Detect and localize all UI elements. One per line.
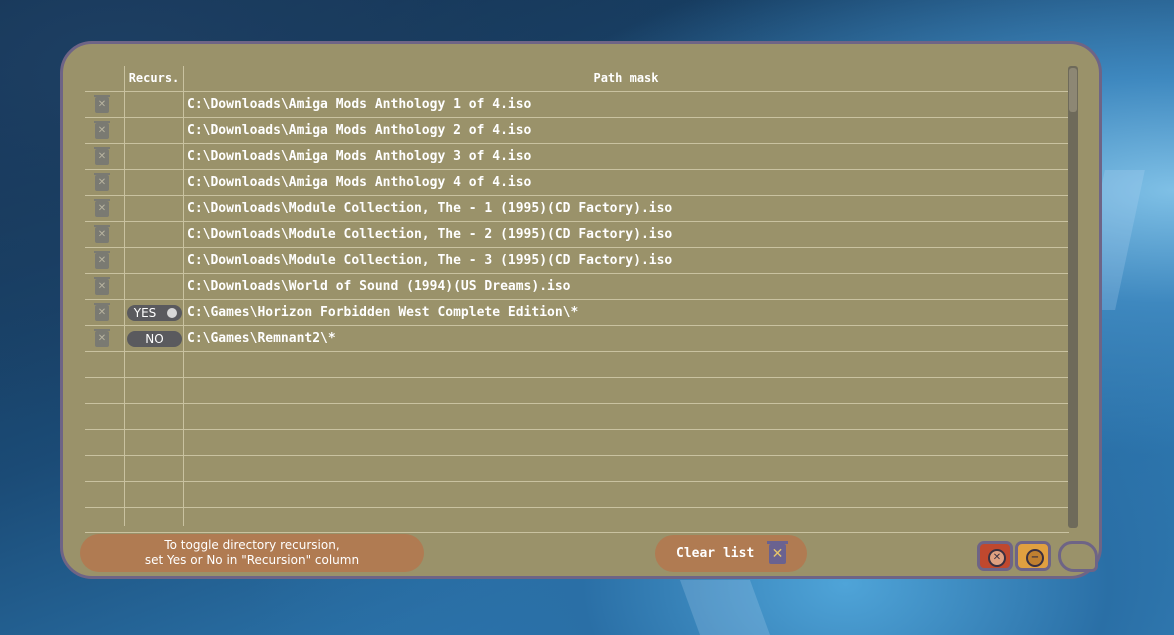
empty-table-row <box>85 481 1069 507</box>
trash-x-icon: ✕ <box>767 541 788 564</box>
background-shard <box>679 580 771 635</box>
path-mask-cell[interactable]: C:\Games\Remnant2\* <box>187 326 336 351</box>
delete-row-trash-icon[interactable]: ✕ <box>94 251 110 269</box>
empty-table-row <box>85 507 1069 533</box>
recursion-toggle[interactable]: NO <box>127 331 182 347</box>
table-row[interactable]: ✕ YES C:\Games\Horizon Forbidden West Comp… <box>85 299 1069 325</box>
toggle-knob <box>167 308 177 318</box>
path-mask-cell[interactable]: C:\Downloads\Module Collection, The - 3 … <box>187 248 672 273</box>
table-row[interactable]: ✕ C:\Downloads\Amiga Mods Anthology 3 of … <box>85 143 1069 169</box>
table-row[interactable]: ✕ C:\Downloads\Module Collection, The - 2… <box>85 221 1069 247</box>
empty-table-row <box>85 429 1069 455</box>
window-corner-button[interactable] <box>1058 541 1098 572</box>
empty-table-row <box>85 377 1069 403</box>
column-header-recursion[interactable]: Recurs. <box>125 66 183 91</box>
recursion-hint: To toggle directory recursion, set Yes o… <box>80 534 424 572</box>
close-button[interactable]: ✕ <box>977 541 1013 571</box>
delete-row-trash-icon[interactable]: ✕ <box>94 147 110 165</box>
close-circle-icon: ✕ <box>988 549 1006 567</box>
path-mask-table: Recurs. Path mask ✕ C:\Downloads\Amiga Mo… <box>85 66 1069 533</box>
clear-list-label: Clear list <box>676 546 755 561</box>
path-mask-dialog: Recurs. Path mask ✕ C:\Downloads\Amiga Mo… <box>60 41 1102 579</box>
path-mask-cell[interactable]: C:\Games\Horizon Forbidden West Complete… <box>187 300 578 325</box>
table-row[interactable]: ✕ C:\Downloads\World of Sound (1994)(US D… <box>85 273 1069 299</box>
empty-table-row <box>85 403 1069 429</box>
clear-list-button[interactable]: Clear list ✕ <box>655 535 807 572</box>
vertical-scrollbar[interactable] <box>1068 66 1078 528</box>
path-mask-cell[interactable]: C:\Downloads\World of Sound (1994)(US Dr… <box>187 274 571 299</box>
path-mask-cell[interactable]: C:\Downloads\Amiga Mods Anthology 2 of 4… <box>187 118 531 143</box>
table-row[interactable]: ✕ C:\Downloads\Module Collection, The - 3… <box>85 247 1069 273</box>
recursion-toggle[interactable]: YES <box>127 305 182 321</box>
path-mask-cell[interactable]: C:\Downloads\Amiga Mods Anthology 1 of 4… <box>187 92 531 117</box>
delete-row-trash-icon[interactable]: ✕ <box>94 303 110 321</box>
empty-table-row <box>85 455 1069 481</box>
path-mask-cell[interactable]: C:\Downloads\Module Collection, The - 2 … <box>187 222 672 247</box>
recursion-toggle-label: NO <box>145 332 164 346</box>
delete-row-trash-icon[interactable]: ✕ <box>94 225 110 243</box>
delete-row-trash-icon[interactable]: ✕ <box>94 173 110 191</box>
scrollbar-thumb[interactable] <box>1069 68 1077 112</box>
table-row[interactable]: ✕ NO C:\Games\Remnant2\* <box>85 325 1069 351</box>
column-header-path-mask[interactable]: Path mask <box>183 66 1069 91</box>
path-mask-cell[interactable]: C:\Downloads\Module Collection, The - 1 … <box>187 196 672 221</box>
delete-row-trash-icon[interactable]: ✕ <box>94 329 110 347</box>
path-mask-cell[interactable]: C:\Downloads\Amiga Mods Anthology 3 of 4… <box>187 144 531 169</box>
delete-row-trash-icon[interactable]: ✕ <box>94 121 110 139</box>
table-row[interactable]: ✕ C:\Downloads\Amiga Mods Anthology 1 of … <box>85 91 1069 117</box>
minus-circle-icon: − <box>1026 549 1044 567</box>
table-row[interactable]: ✕ C:\Downloads\Amiga Mods Anthology 4 of … <box>85 169 1069 195</box>
table-row[interactable]: ✕ C:\Downloads\Amiga Mods Anthology 2 of … <box>85 117 1069 143</box>
path-mask-cell[interactable]: C:\Downloads\Amiga Mods Anthology 4 of 4… <box>187 170 531 195</box>
table-row[interactable]: ✕ C:\Downloads\Module Collection, The - 1… <box>85 195 1069 221</box>
empty-table-row <box>85 351 1069 377</box>
delete-row-trash-icon[interactable]: ✕ <box>94 95 110 113</box>
hint-line-2: set Yes or No in "Recursion" column <box>144 553 360 567</box>
table-body: ✕ C:\Downloads\Amiga Mods Anthology 1 of … <box>85 91 1069 533</box>
recursion-toggle-label: YES <box>133 306 157 320</box>
delete-row-trash-icon[interactable]: ✕ <box>94 277 110 295</box>
minimize-button[interactable]: − <box>1015 541 1051 571</box>
delete-row-trash-icon[interactable]: ✕ <box>94 199 110 217</box>
hint-line-1: To toggle directory recursion, <box>164 538 340 552</box>
